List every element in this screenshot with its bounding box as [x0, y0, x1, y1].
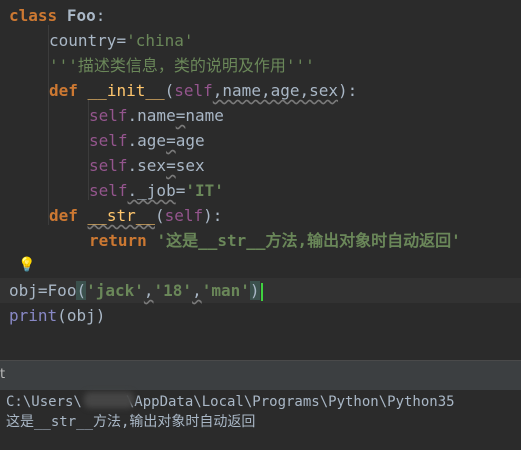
- code-line-12[interactable]: obj=Foo('jack','18','man'): [0, 278, 521, 303]
- keyword-def: def: [49, 206, 78, 225]
- attr-sex: .sex: [127, 156, 167, 175]
- arg-jack: 'jack': [86, 281, 144, 300]
- paren-close: ):: [203, 206, 223, 225]
- self-ref: self: [89, 156, 128, 175]
- var-obj: obj: [9, 281, 38, 300]
- string-it: 'IT': [185, 181, 224, 200]
- arg-18: '18': [153, 281, 193, 300]
- self-ref: self: [89, 181, 128, 200]
- code-editor[interactable]: class Foo: country='china' '''描述类信息，类的说明…: [0, 0, 521, 360]
- text-caret: [260, 282, 263, 301]
- docstring: '''描述类信息，类的说明及作用''': [49, 56, 315, 75]
- arg-man: 'man': [201, 281, 250, 300]
- variable-country: country: [49, 31, 117, 50]
- code-line-3[interactable]: '''描述类信息，类的说明及作用''': [0, 53, 521, 78]
- code-line-10[interactable]: return '这是__str__方法,输出对象时自动返回': [0, 228, 521, 253]
- class-name: Foo: [66, 6, 96, 25]
- code-line-1[interactable]: class Foo:: [0, 3, 521, 28]
- equals: =: [116, 31, 127, 50]
- lightbulb-icon[interactable]: 💡: [18, 255, 36, 275]
- comma: ,: [192, 281, 202, 300]
- paren-close: ):: [338, 81, 358, 100]
- paren-close: ): [249, 281, 260, 300]
- equals: =: [37, 281, 48, 300]
- value-name: name: [185, 106, 224, 125]
- comma: ,: [143, 281, 154, 300]
- code-line-9[interactable]: def __str__(self):: [0, 203, 521, 228]
- keyword-class: class: [9, 6, 58, 25]
- code-line-13[interactable]: print(obj): [0, 303, 521, 328]
- paren-close: ): [95, 306, 106, 325]
- run-panel-header[interactable]: t: [0, 360, 521, 390]
- code-line-7[interactable]: self.sex=sex: [0, 153, 521, 178]
- param-self: self: [174, 81, 213, 100]
- code-line-8[interactable]: self._job='IT': [0, 178, 521, 203]
- equals: =: [175, 181, 186, 200]
- redacted-username: [84, 392, 134, 408]
- code-line-6[interactable]: self.age=age: [0, 128, 521, 153]
- code-line-5[interactable]: self.name=name: [0, 103, 521, 128]
- attr-name: .name: [127, 106, 176, 125]
- equals: =: [166, 156, 176, 175]
- keyword-return: return: [89, 231, 147, 250]
- attr-job: ._job: [127, 181, 176, 200]
- paren-open: (: [154, 206, 165, 225]
- run-panel-label: t: [0, 367, 6, 382]
- console-path-start: C:\Users\: [6, 394, 82, 410]
- value-age: age: [175, 131, 205, 150]
- class-ref: Foo: [47, 281, 77, 300]
- arg-obj: obj: [66, 306, 96, 325]
- paren-open: (: [57, 306, 67, 325]
- param-self: self: [164, 206, 204, 225]
- params: ,name,age,sex: [212, 81, 339, 100]
- builtin-print: print: [9, 306, 58, 325]
- run-console[interactable]: C:\Users\ \AppData\Local\Programs\Python\…: [0, 390, 521, 450]
- equals: =: [166, 131, 176, 150]
- paren-open: (: [164, 81, 175, 100]
- ide-window: class Foo: country='china' '''描述类信息，类的说明…: [0, 0, 521, 450]
- colon: :: [95, 6, 106, 25]
- value-sex: sex: [175, 156, 205, 175]
- self-ref: self: [89, 106, 128, 125]
- function-init: __init__: [87, 81, 165, 100]
- console-path-rest: \AppData\Local\Programs\Python\Python35: [125, 394, 455, 410]
- code-line-2[interactable]: country='china': [0, 28, 521, 53]
- self-ref: self: [89, 131, 128, 150]
- return-string: '这是__str__方法,输出对象时自动返回': [156, 231, 461, 250]
- equals: =: [175, 106, 186, 125]
- paren-open: (: [76, 281, 87, 300]
- function-str: __str__: [87, 206, 155, 225]
- attr-age: .age: [127, 131, 167, 150]
- string-china: 'china': [126, 31, 194, 50]
- keyword-def: def: [49, 81, 78, 100]
- console-output-line: 这是__str__方法,输出对象时自动返回: [6, 414, 256, 430]
- code-line-4[interactable]: def __init__(self,name,age,sex):: [0, 78, 521, 103]
